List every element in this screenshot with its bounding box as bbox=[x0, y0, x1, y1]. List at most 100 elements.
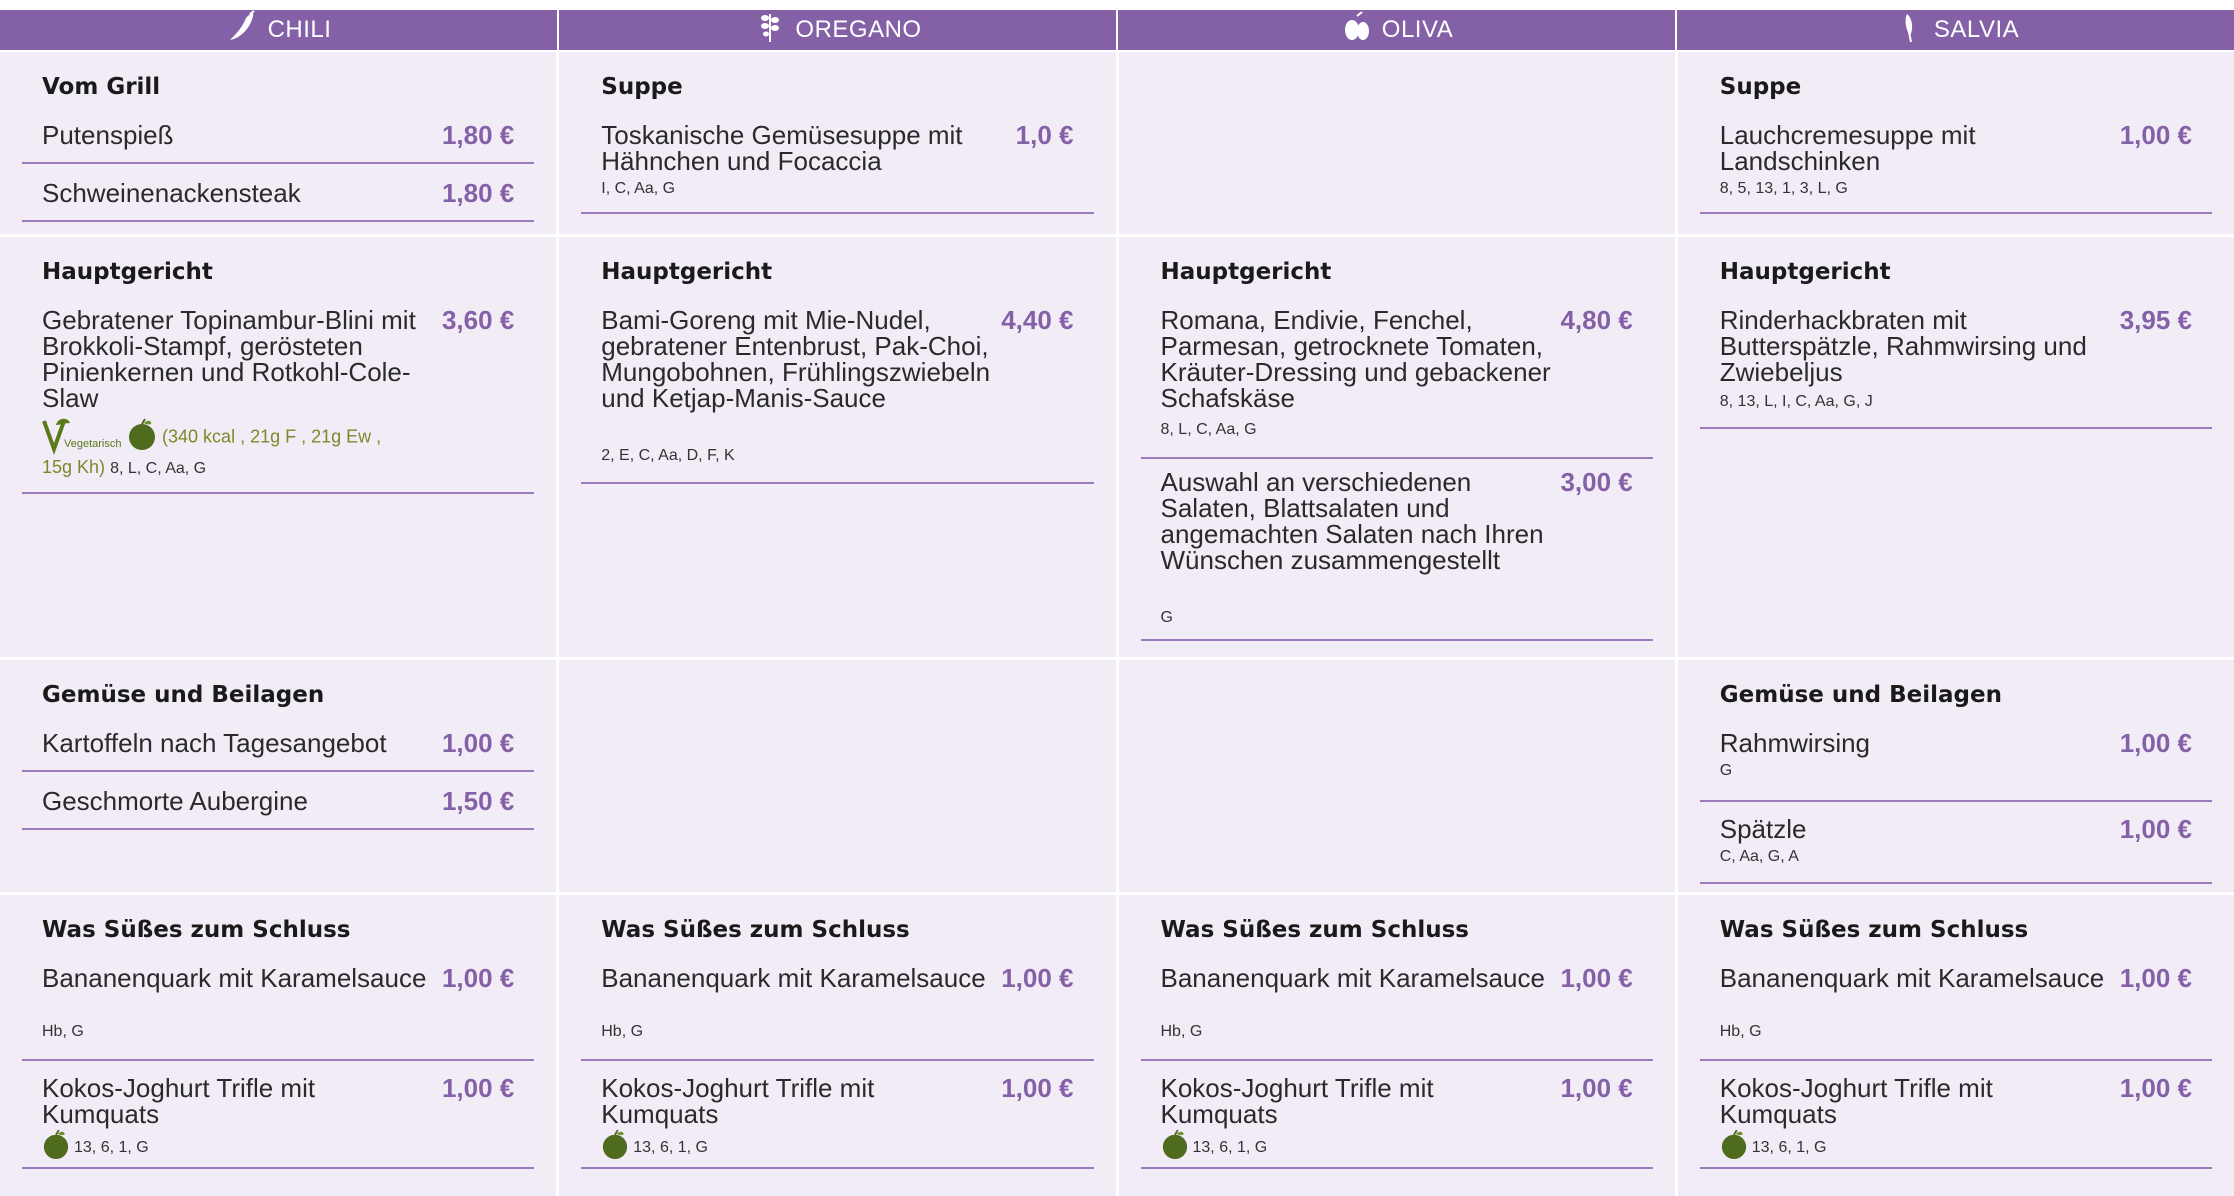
item-name: Bananenquark mit Karamelsauce bbox=[1160, 963, 1545, 993]
item-name: Putenspieß bbox=[42, 120, 174, 150]
menu-grid: Vom Grill Putenspieß 1,80 € Schweinenack… bbox=[0, 52, 2234, 1196]
cell-oliva-dessert: Was Süßes zum Schluss Bananenquark mit K… bbox=[1118, 895, 1675, 1196]
item-allergens: I, C, Aa, G bbox=[601, 180, 676, 197]
item-allergens: 8, L, C, Aa, G bbox=[1160, 421, 1257, 438]
item-name: Rinderhackbraten mit Butterspätzle, Rahm… bbox=[1719, 305, 2087, 387]
item-allergens: 2, E, C, Aa, D, F, K bbox=[601, 447, 735, 464]
cell-oregano-dessert: Was Süßes zum Schluss Bananenquark mit K… bbox=[559, 895, 1116, 1196]
item-allergens: 13, 6, 1, G bbox=[74, 1138, 149, 1156]
item-price: 1,00 € bbox=[2119, 814, 2192, 844]
item-allergens: C, Aa, G, A bbox=[1719, 848, 1799, 865]
item-price: 1,00 € bbox=[2119, 120, 2192, 150]
nutrition-text: (340 kcal , 21g F , 21g Ew , bbox=[162, 426, 382, 447]
item-name: Kokos-Joghurt Trifle mit Kumquats bbox=[42, 1073, 316, 1129]
menu-item: Bananenquark mit Karamelsauce 1,00 € Hb,… bbox=[1140, 963, 1653, 1061]
item-price: 1,80 € bbox=[441, 120, 515, 150]
column-label: OREGANO bbox=[795, 16, 922, 43]
item-price: 1,00 € bbox=[441, 728, 515, 758]
cell-oregano-main: Hauptgericht Bami-Goreng mit Mie-Nudel, … bbox=[559, 237, 1116, 657]
item-name: Kokos-Joghurt Trifle mit Kumquats bbox=[1719, 1073, 1993, 1129]
section-title: Was Süßes zum Schluss bbox=[42, 917, 351, 943]
menu-item: Kokos-Joghurt Trifle mit Kumquats 1,00 €… bbox=[22, 1073, 535, 1169]
item-price: 1,00 € bbox=[441, 1073, 515, 1103]
cell-chili-dessert: Was Süßes zum Schluss Bananenquark mit K… bbox=[0, 895, 557, 1196]
chili-icon bbox=[226, 9, 260, 51]
nutrition-line: Vegetarisch (340 kcal , 21g F , 21g Ew , bbox=[42, 415, 381, 460]
menu-item: Auswahl an verschiedenen Salaten, Blatts… bbox=[1140, 467, 1653, 641]
menu-item: Rahmwirsing 1,00 € G bbox=[1699, 728, 2212, 802]
section-title: Was Süßes zum Schluss bbox=[1719, 917, 2029, 943]
cell-salvia-dessert: Was Süßes zum Schluss Bananenquark mit K… bbox=[1677, 895, 2234, 1196]
item-allergens-row: 13, 6, 1, G bbox=[1720, 1129, 1826, 1166]
column-label: CHILI bbox=[267, 16, 332, 43]
section-title: Suppe bbox=[1719, 74, 1802, 100]
column-header-chili: CHILI bbox=[0, 9, 559, 51]
menu-item: Schweinenackensteak 1,80 € bbox=[22, 178, 535, 222]
menu-item: Putenspieß 1,80 € bbox=[22, 120, 535, 164]
cell-oregano-soup: Suppe Toskanische Gemüsesuppe mit Hähnch… bbox=[559, 52, 1116, 234]
apple-icon bbox=[601, 1129, 629, 1166]
item-allergens: 13, 6, 1, G bbox=[1192, 1138, 1268, 1156]
item-price: 1,00 € bbox=[1560, 963, 1633, 993]
item-allergens: G bbox=[1160, 609, 1173, 626]
item-name: Geschmorte Aubergine bbox=[42, 786, 308, 816]
column-label: SALVIA bbox=[1933, 16, 2020, 43]
menu-item: Geschmorte Aubergine 1,50 € bbox=[22, 786, 535, 830]
item-name: Kokos-Joghurt Trifle mit Kumquats bbox=[601, 1073, 875, 1129]
item-allergens: Hb, G bbox=[601, 1023, 644, 1040]
cell-oliva-empty bbox=[1118, 52, 1675, 234]
cell-chili-sides: Gemüse und Beilagen Kartoffeln nach Tage… bbox=[0, 660, 557, 892]
item-price: 1,00 € bbox=[1001, 963, 1074, 993]
item-name: Auswahl an verschiedenen Salaten, Blatts… bbox=[1160, 467, 1544, 575]
item-name: Bananenquark mit Karamelsauce bbox=[601, 963, 986, 993]
section-title: Vom Grill bbox=[42, 74, 161, 100]
column-header-row: CHILI OREGANO OLIVA SALVIA bbox=[0, 9, 2234, 51]
cell-salvia-sides: Gemüse und Beilagen Rahmwirsing 1,00 € G… bbox=[1677, 660, 2234, 892]
item-allergens: G bbox=[1719, 762, 1733, 779]
item-price: 1,0 € bbox=[1015, 120, 1074, 150]
item-price: 1,00 € bbox=[441, 963, 515, 993]
item-price: 3,00 € bbox=[1560, 467, 1633, 497]
cell-chili-grill: Vom Grill Putenspieß 1,80 € Schweinenack… bbox=[0, 52, 557, 234]
item-price: 1,00 € bbox=[2119, 728, 2192, 758]
oregano-icon bbox=[753, 10, 787, 51]
item-name: Toskanische Gemüsesuppe mit Hähnchen und… bbox=[601, 120, 963, 176]
menu-item: Kartoffeln nach Tagesangebot 1,00 € bbox=[22, 728, 535, 772]
item-price: 1,00 € bbox=[2119, 1073, 2192, 1103]
item-name: Bananenquark mit Karamelsauce bbox=[42, 963, 427, 993]
section-title: Suppe bbox=[601, 74, 683, 100]
menu-item: Toskanische Gemüsesuppe mit Hähnchen und… bbox=[581, 120, 1094, 214]
apple-icon bbox=[1161, 1129, 1189, 1166]
section-title: Hauptgericht bbox=[1160, 259, 1332, 285]
column-header-salvia: SALVIA bbox=[1677, 10, 2234, 50]
item-price: 1,00 € bbox=[2119, 963, 2192, 993]
apple-icon bbox=[127, 418, 157, 457]
menu-item: Spätzle 1,00 € C, Aa, G, A bbox=[1699, 814, 2212, 884]
section-title: Gemüse und Beilagen bbox=[42, 682, 325, 708]
item-allergens: Hb, G bbox=[42, 1023, 84, 1040]
item-price: 1,80 € bbox=[441, 178, 515, 208]
cell-oliva-main: Hauptgericht Romana, Endivie, Fenchel, P… bbox=[1118, 237, 1675, 657]
item-price: 3,95 € bbox=[2119, 305, 2192, 335]
nutrition-line-2: 15g Kh) 8, L, C, Aa, G bbox=[42, 457, 206, 478]
item-allergens: 8, 13, L, I, C, Aa, G, J bbox=[1719, 393, 1873, 410]
item-allergens: 13, 6, 1, G bbox=[633, 1138, 708, 1156]
item-allergens-row: 13, 6, 1, G bbox=[1161, 1129, 1268, 1166]
cell-salvia-soup: Suppe Lauchcremesuppe mit Landschinken 1… bbox=[1677, 52, 2234, 234]
menu-item: Kokos-Joghurt Trifle mit Kumquats 1,00 €… bbox=[581, 1073, 1094, 1169]
item-allergens: Hb, G bbox=[1719, 1023, 1762, 1040]
olive-icon bbox=[1340, 10, 1374, 51]
sage-icon bbox=[1892, 10, 1926, 51]
item-allergens: 8, 5, 13, 1, 3, L, G bbox=[1719, 180, 1848, 197]
section-title: Hauptgericht bbox=[42, 259, 213, 285]
item-allergens: Hb, G bbox=[1160, 1023, 1203, 1040]
vegetarian-logo: Vegetarisch bbox=[42, 415, 122, 460]
item-name: Romana, Endivie, Fenchel, Parmesan, getr… bbox=[1160, 305, 1551, 413]
cell-chili-main: Hauptgericht Gebratener Topinambur-Blini… bbox=[0, 237, 557, 657]
item-allergens-row: 13, 6, 1, G bbox=[601, 1129, 708, 1166]
column-label: OLIVA bbox=[1381, 16, 1454, 43]
item-name: Lauchcremesuppe mit Landschinken bbox=[1719, 120, 1976, 176]
svg-text:Vegetarisch: Vegetarisch bbox=[64, 438, 121, 450]
cell-oliva-empty-2 bbox=[1118, 660, 1675, 892]
item-price: 1,50 € bbox=[441, 786, 515, 816]
